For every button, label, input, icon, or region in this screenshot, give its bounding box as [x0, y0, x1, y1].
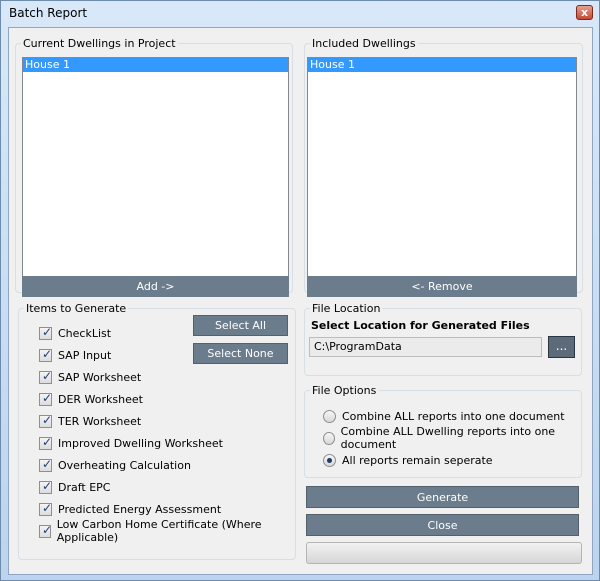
check-icon: ✓: [42, 412, 53, 427]
current-dwellings-group: Current Dwellings in Project House 1 Add…: [15, 37, 293, 297]
radio-button[interactable]: [323, 453, 336, 467]
browse-button[interactable]: ...: [548, 336, 575, 358]
checkbox-label: Overheating Calculation: [58, 458, 191, 472]
items-to-generate-group: Items to Generate Select All Select None…: [18, 302, 296, 560]
path-field[interactable]: C:\ProgramData: [309, 337, 542, 357]
radio-label: All reports remain seperate: [342, 453, 493, 467]
included-dwellings-group: Included Dwellings House 1 <- Remove: [304, 37, 583, 297]
check-icon: ✓: [42, 346, 53, 361]
checkbox[interactable]: ✓: [39, 456, 53, 472]
checkbox[interactable]: ✓: [39, 412, 53, 428]
radio-label: Combine ALL Dwelling reports into one do…: [340, 425, 556, 451]
checkbox-label: Low Carbon Home Certificate (Where Appli…: [56, 518, 262, 544]
dialog-body: Current Dwellings in Project House 1 Add…: [8, 27, 593, 575]
ter-worksheet-checkbox-row[interactable]: ✓ TER Worksheet: [39, 413, 141, 429]
checkbox-label: Improved Dwelling Worksheet: [58, 436, 223, 450]
generate-button[interactable]: Generate: [306, 486, 579, 508]
items-to-generate-legend: Items to Generate: [26, 302, 127, 315]
checkbox-label: CheckList: [58, 326, 112, 340]
combine-dwelling-radio-row[interactable]: Combine ALL Dwelling reports into one do…: [323, 425, 581, 451]
checkbox[interactable]: ✓: [39, 522, 53, 538]
checkbox-label: Predicted Energy Assessment: [58, 502, 222, 516]
included-dwelling-item[interactable]: House 1: [308, 58, 576, 72]
checkbox[interactable]: ✓: [39, 434, 53, 450]
check-icon: ✓: [42, 368, 53, 383]
check-icon: ✓: [42, 456, 53, 471]
check-icon: ✓: [42, 478, 53, 493]
remove-button[interactable]: <- Remove: [307, 276, 577, 297]
current-dwellings-listbox[interactable]: House 1: [22, 57, 289, 289]
file-options-group: File Options Combine ALL reports into on…: [304, 384, 582, 478]
overheating-checkbox-row[interactable]: ✓ Overheating Calculation: [39, 457, 191, 473]
der-worksheet-checkbox-row[interactable]: ✓ DER Worksheet: [39, 391, 143, 407]
title-bar: Batch Report x: [1, 1, 599, 26]
file-location-heading: Select Location for Generated Files: [311, 319, 530, 332]
checkbox[interactable]: ✓: [39, 368, 53, 384]
checkbox[interactable]: ✓: [39, 478, 53, 494]
check-icon: ✓: [42, 500, 53, 515]
checkbox-label: DER Worksheet: [58, 392, 143, 406]
radio-dot-icon: [327, 457, 332, 463]
draft-epc-checkbox-row[interactable]: ✓ Draft EPC: [39, 479, 111, 495]
checkbox-label: TER Worksheet: [58, 414, 142, 428]
included-dwellings-listbox[interactable]: House 1: [307, 57, 577, 289]
add-button[interactable]: Add ->: [22, 276, 289, 297]
check-icon: ✓: [42, 434, 53, 449]
file-location-legend: File Location: [312, 302, 381, 315]
select-all-button[interactable]: Select All: [193, 315, 288, 336]
radio-label: Combine ALL reports into one document: [342, 409, 565, 423]
separate-radio-row[interactable]: All reports remain seperate: [323, 452, 493, 468]
window-title: Batch Report: [9, 6, 88, 20]
current-dwellings-legend: Current Dwellings in Project: [23, 37, 176, 50]
radio-button[interactable]: [323, 431, 335, 445]
window-close-button[interactable]: x: [576, 5, 593, 20]
sap-input-checkbox-row[interactable]: ✓ SAP Input: [39, 347, 111, 363]
close-button[interactable]: Close: [306, 514, 579, 536]
improved-dwelling-checkbox-row[interactable]: ✓ Improved Dwelling Worksheet: [39, 435, 223, 451]
check-icon: ✓: [42, 522, 53, 537]
low-carbon-checkbox-row[interactable]: ✓ Low Carbon Home Certificate (Where App…: [39, 518, 295, 544]
sap-worksheet-checkbox-row[interactable]: ✓ SAP Worksheet: [39, 369, 141, 385]
checkbox-label: SAP Worksheet: [58, 370, 142, 384]
checkbox[interactable]: ✓: [39, 390, 53, 406]
checklist-checkbox-row[interactable]: ✓ CheckList: [39, 325, 111, 341]
checkbox[interactable]: ✓: [39, 324, 53, 340]
radio-button[interactable]: [323, 409, 336, 423]
file-options-legend: File Options: [312, 384, 377, 397]
checkbox-label: Draft EPC: [58, 480, 111, 494]
current-dwelling-item[interactable]: House 1: [23, 58, 288, 72]
file-location-group: File Location Select Location for Genera…: [304, 302, 582, 376]
checkbox[interactable]: ✓: [39, 500, 53, 516]
progress-bar: [306, 542, 582, 564]
batch-report-window: Batch Report x Current Dwellings in Proj…: [0, 0, 600, 581]
check-icon: ✓: [42, 390, 53, 405]
checkbox[interactable]: ✓: [39, 346, 53, 362]
combine-all-radio-row[interactable]: Combine ALL reports into one document: [323, 408, 565, 424]
check-icon: ✓: [42, 324, 53, 339]
checkbox-label: SAP Input: [58, 348, 112, 362]
included-dwellings-legend: Included Dwellings: [312, 37, 416, 50]
select-none-button[interactable]: Select None: [193, 343, 288, 364]
pea-checkbox-row[interactable]: ✓ Predicted Energy Assessment: [39, 501, 221, 517]
